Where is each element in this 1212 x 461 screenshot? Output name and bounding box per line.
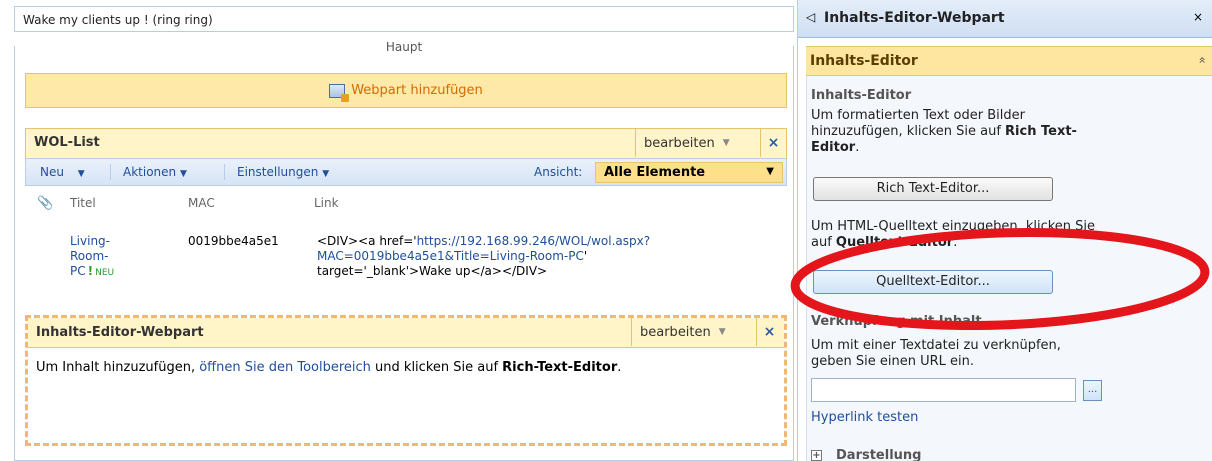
tool-pane-title: Inhalts-Editor-Webpart (824, 10, 1005, 26)
wol-edit-label: bearbeiten (644, 135, 715, 151)
rich-text-description: Um formatierten Text oder Bilder hinzuzu… (811, 108, 1191, 156)
content-link-url-input[interactable] (811, 378, 1076, 402)
open-toolpane-link[interactable]: öffnen Sie den Toolbereich (199, 360, 371, 375)
wol-list-title: WOL-List (34, 135, 100, 150)
wol-edit-menu[interactable]: bearbeiten ▼ (635, 129, 738, 157)
page-title: Wake my clients up ! (ring ring) (14, 6, 794, 32)
description-line: hinzuzufügen, klicken Sie auf (811, 124, 1006, 139)
appearance-label: Darstellung (836, 448, 922, 461)
section-title: Inhalts-Editor (810, 53, 918, 69)
row-title-link[interactable]: Living- Room- PC! NEU (70, 234, 114, 281)
link-url[interactable]: https://192.168.99.246/WOL/wol.aspx? (417, 234, 651, 248)
actions-menu-label: Aktionen (123, 165, 177, 179)
close-icon[interactable]: × (1193, 10, 1203, 24)
row-mac-value: 0019bbe4a5e1 (188, 234, 279, 248)
chevron-down-icon: ▼ (718, 327, 726, 337)
html-source-description: Um HTML-Quelltext einzugeben, klicken Si… (811, 219, 1191, 251)
tool-pane-section-header[interactable]: Inhalts-Editor « (806, 46, 1212, 76)
description-line: geben Sie einen URL ein. (811, 354, 974, 369)
tool-pane-header: ◁ Inhalts-Editor-Webpart × (798, 0, 1212, 38)
column-header-link[interactable]: Link (314, 196, 339, 210)
body-text: und klicken Sie auf (370, 360, 503, 375)
actions-menu[interactable]: Aktionen ▼ (123, 165, 187, 179)
content-editor-header: Inhalts-Editor-Webpart bearbeiten ▼ × (28, 318, 784, 348)
wol-close-button[interactable]: × (760, 129, 786, 157)
view-select-value: Alle Elemente (604, 165, 706, 180)
view-select[interactable]: Alle Elemente ▼ (595, 162, 783, 183)
collapse-icon[interactable]: « (1195, 56, 1209, 63)
description-line: auf (811, 235, 836, 250)
add-webpart-button[interactable]: Webpart hinzufügen (25, 73, 787, 108)
chevron-down-icon: ▼ (766, 166, 774, 177)
wol-list-column-headers: 📎 Titel MAC Link (25, 196, 787, 216)
attachment-icon: 📎 (37, 196, 54, 211)
column-header-mac[interactable]: MAC (188, 196, 215, 210)
wol-list-toolbar: Neu ▼ Aktionen ▼ Einstellungen ▼ Ansicht… (25, 158, 787, 186)
new-menu[interactable]: Neu ▼ (40, 165, 85, 179)
description-line: Um formatierten Text oder Bilder (811, 108, 1025, 123)
link-url[interactable]: MAC=0019bbe4a5e1&Title=Living-Room-PC (317, 249, 584, 263)
content-editor-webpart: Inhalts-Editor-Webpart bearbeiten ▼ × Um… (25, 315, 787, 446)
row-title-line: Living- (70, 234, 111, 248)
appearance-section[interactable]: + Darstellung (811, 448, 921, 461)
link-to-content-heading: Verknüpfung mit Inhalt (811, 314, 982, 329)
description-bold: Quelltext-Editor (835, 235, 954, 250)
source-editor-button[interactable]: Quelltext-Editor... (813, 270, 1053, 294)
content-editor-title: Inhalts-Editor-Webpart (36, 325, 204, 340)
new-badge: NEU (95, 268, 115, 278)
description-bold: Editor (811, 140, 856, 155)
settings-menu[interactable]: Einstellungen ▼ (237, 165, 329, 179)
content-editor-close-button[interactable]: × (756, 318, 782, 346)
link-prefix: <DIV><a href=' (317, 234, 417, 248)
chevron-down-icon: ▼ (179, 169, 187, 179)
column-header-title[interactable]: Titel (70, 196, 96, 210)
expand-icon[interactable]: + (811, 450, 822, 461)
back-arrow-icon[interactable]: ◁ (806, 10, 815, 24)
content-editor-body: Um Inhalt hinzuzufügen, öffnen Sie den T… (36, 360, 776, 376)
chevron-down-icon: ▼ (322, 169, 330, 179)
browse-url-button[interactable]: ... (1083, 380, 1102, 401)
rich-text-editor-button[interactable]: Rich Text-Editor... (813, 177, 1053, 201)
toolbar-divider (224, 164, 225, 180)
row-title-line: Room- (70, 249, 109, 263)
chevron-down-icon: ▼ (77, 169, 85, 179)
row-link-value: <DIV><a href='https://192.168.99.246/WOL… (317, 234, 787, 279)
link-description: Um mit einer Textdatei zu verknüpfen, ge… (811, 338, 1191, 370)
body-text: . (617, 360, 622, 375)
body-text: Um Inhalt hinzuzufügen, (36, 360, 200, 375)
new-menu-label: Neu (40, 165, 64, 179)
chevron-down-icon: ▼ (722, 138, 730, 148)
content-editor-edit-label: bearbeiten (640, 324, 711, 340)
settings-menu-label: Einstellungen (237, 165, 319, 179)
test-hyperlink-link[interactable]: Hyperlink testen (811, 410, 918, 425)
toolbar-divider (110, 164, 111, 180)
description-line: Um mit einer Textdatei zu verknüpfen, (811, 338, 1061, 353)
body-bold-text: Rich-Text-Editor (502, 360, 618, 375)
add-webpart-icon (329, 83, 350, 102)
link-suffix: target='_blank'>Wake up</a></DIV> (317, 264, 548, 278)
add-webpart-label: Webpart hinzufügen (351, 83, 483, 98)
row-title-line: PC (70, 264, 86, 278)
main-content: Wake my clients up ! (ring ring) Haupt W… (0, 0, 797, 461)
exclamation-new-icon: ! (87, 264, 94, 278)
content-editor-edit-menu[interactable]: bearbeiten ▼ (631, 318, 734, 346)
tool-pane-body: Inhalts-Editor Um formatierten Text oder… (806, 76, 1212, 461)
content-editor-heading: Inhalts-Editor (811, 88, 912, 103)
description-bold: Rich Text- (1005, 124, 1077, 139)
wol-list-header: WOL-List bearbeiten ▼ × (25, 128, 787, 158)
tool-pane: ◁ Inhalts-Editor-Webpart × Inhalts-Edito… (797, 0, 1212, 461)
link-suffix: ' (583, 249, 588, 263)
table-row: Living- Room- PC! NEU 0019bbe4a5e1 <DIV><… (25, 228, 787, 292)
view-label: Ansicht: (534, 165, 583, 179)
description-line: Um HTML-Quelltext einzugeben, klicken Si… (811, 219, 1096, 234)
